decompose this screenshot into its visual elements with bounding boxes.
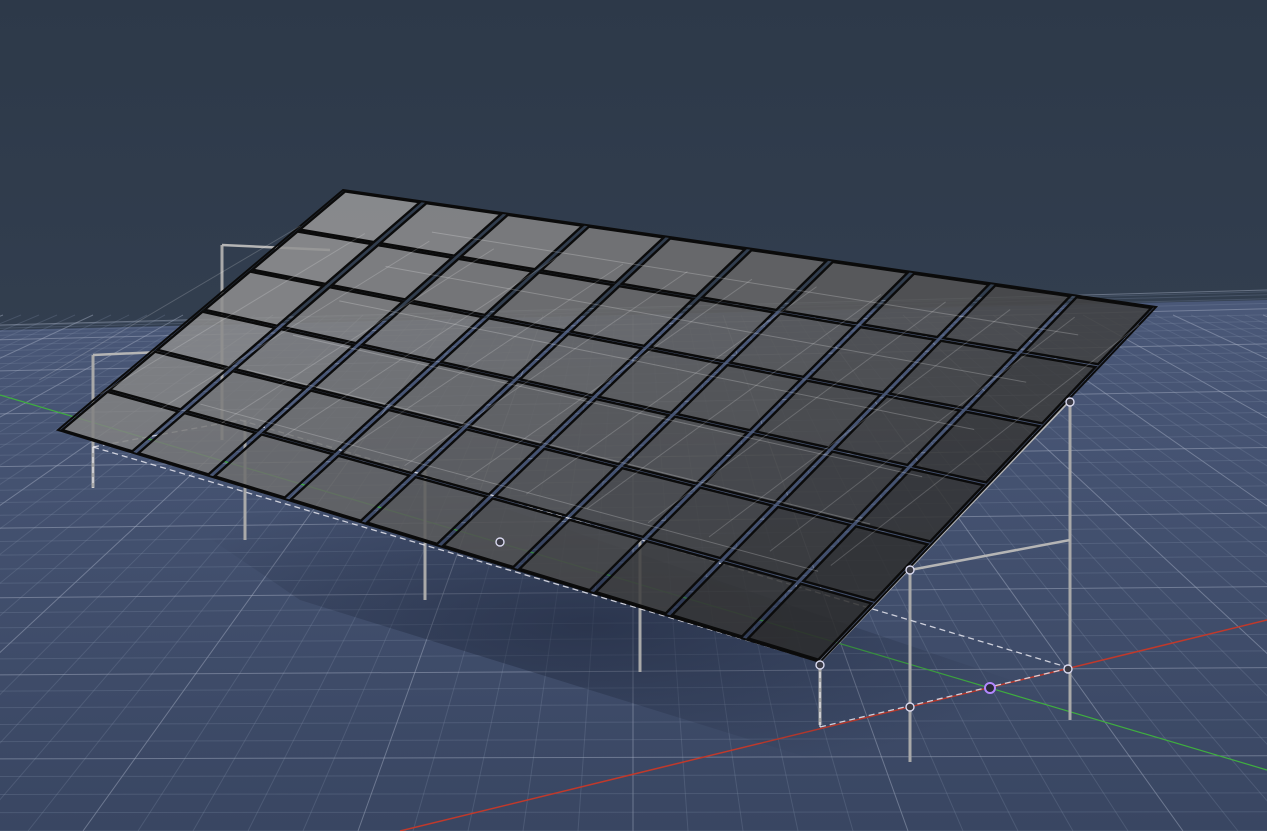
bounding-box-handle-icon[interactable]	[495, 537, 505, 547]
bounding-box-handle-icon[interactable]	[905, 565, 915, 575]
bounding-box-handle-icon[interactable]	[1063, 664, 1073, 674]
3d-viewport[interactable]	[0, 0, 1267, 831]
3d-scene[interactable]	[0, 0, 1267, 831]
bounding-box-handle-icon[interactable]	[905, 702, 915, 712]
bounding-box-handle-icon[interactable]	[1065, 397, 1075, 407]
bounding-box-handle-icon[interactable]	[815, 660, 825, 670]
origin-pivot-icon[interactable]	[984, 682, 996, 694]
